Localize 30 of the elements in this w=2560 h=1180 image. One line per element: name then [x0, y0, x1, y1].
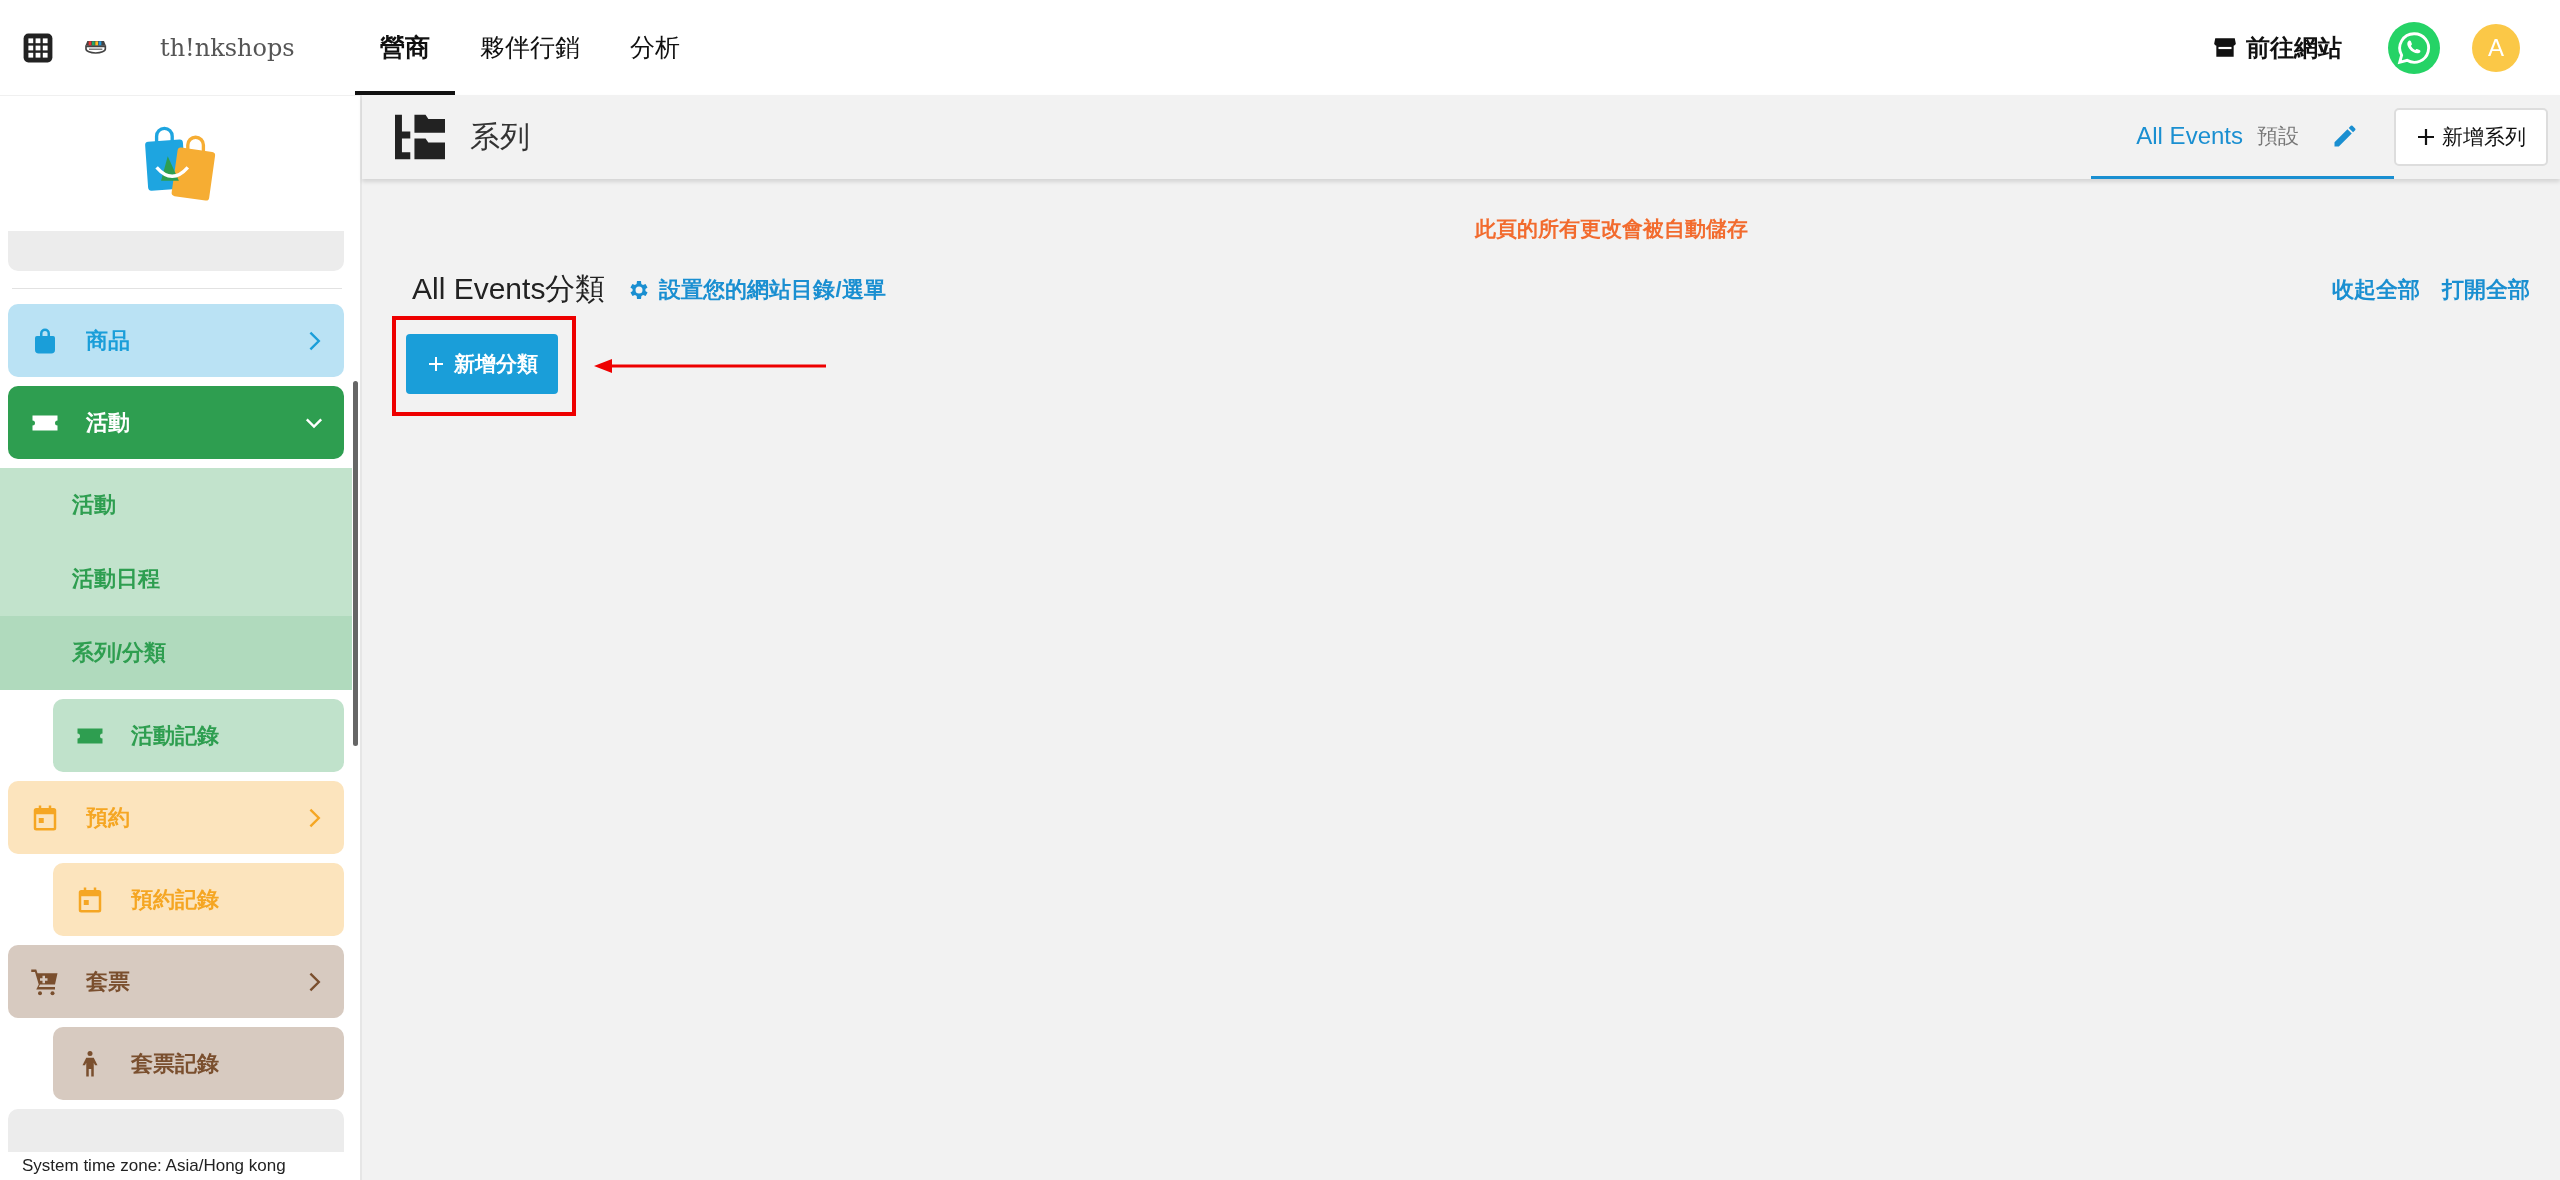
nav-tab[interactable]: 夥伴行銷	[454, 0, 605, 95]
add-category-button[interactable]: 新增分類	[406, 334, 558, 394]
menu-item[interactable]: 活動記錄	[53, 699, 344, 772]
nav-tab[interactable]: 分析	[604, 0, 705, 95]
apps-grid-icon[interactable]	[22, 31, 54, 64]
add-series-button[interactable]: 新增系列	[2394, 108, 2548, 166]
whatsapp-icon[interactable]	[2388, 21, 2440, 74]
autosave-notice: 此頁的所有更改會被自動儲存	[1473, 216, 1749, 242]
section-heading: All Events分類	[412, 271, 606, 307]
scrollbar[interactable]	[353, 381, 358, 746]
plus-icon	[2416, 127, 2436, 147]
collapse-all-link[interactable]: 收起全部	[2332, 274, 2420, 305]
menu-item[interactable]: 套票記錄	[53, 1027, 344, 1100]
expand-all-link[interactable]: 打開全部	[2442, 274, 2530, 305]
submenu-item[interactable]: 活動	[0, 468, 352, 542]
menu-item[interactable]: 預約	[8, 781, 344, 854]
menu-item[interactable]: 套票	[8, 945, 344, 1018]
plus-icon	[426, 354, 446, 374]
menu-item[interactable]: 商品	[8, 304, 344, 377]
settings-link[interactable]: 設置您的網站目錄/選單	[627, 274, 886, 305]
logo-text[interactable]: th!nkshops	[160, 33, 295, 62]
page-title: 系列	[470, 118, 530, 155]
default-tag: 預設	[2257, 121, 2299, 150]
hierarchy-icon	[392, 112, 448, 162]
menu-item[interactable]: 預約記錄	[53, 863, 344, 936]
tab-label: All Events	[2136, 121, 2243, 150]
submenu-item[interactable]: 活動日程	[0, 542, 352, 616]
visit-website-link[interactable]: 前往網站	[2206, 30, 2348, 65]
menu-item[interactable]: 活動	[8, 386, 344, 459]
submenu-item[interactable]: 系列/分類	[0, 616, 352, 690]
